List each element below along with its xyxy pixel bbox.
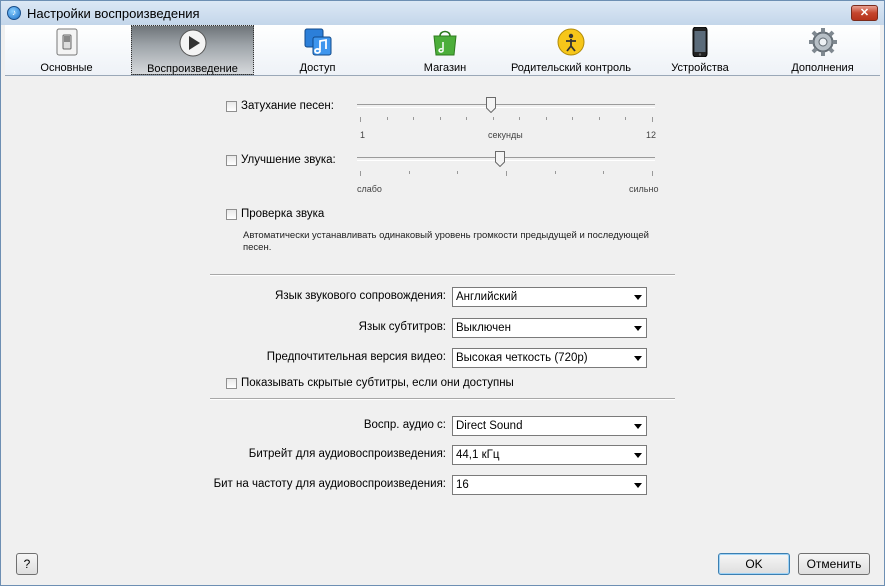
playback-settings: Затухание песен: 1 секунды 12 Улучшение … <box>5 76 880 582</box>
sound-check-checkbox[interactable] <box>226 209 237 220</box>
preferences-window: ♪ Настройки воспроизведения ✕ Основные В… <box>0 0 885 586</box>
crossfade-unit-label: секунды <box>488 130 523 140</box>
itunes-icon: ♪ <box>7 6 21 20</box>
slider-tick <box>519 117 521 120</box>
audio-language-select[interactable]: Английский <box>452 287 647 307</box>
slider-tick <box>492 117 494 120</box>
chevron-down-icon <box>634 295 642 300</box>
audio-language-value: Английский <box>456 291 518 303</box>
tab-store[interactable]: Магазин <box>395 25 495 75</box>
play-audio-using-select[interactable]: Direct Sound <box>452 416 647 436</box>
video-version-value: Высокая четкость (720p) <box>456 352 588 364</box>
chevron-down-icon <box>634 453 642 458</box>
slider-tick <box>652 171 653 176</box>
slider-tick <box>360 117 361 122</box>
cancel-button[interactable]: Отменить <box>798 553 870 575</box>
close-button[interactable]: ✕ <box>851 5 878 21</box>
crossfade-max-label: 12 <box>646 130 657 140</box>
sound-enhancer-label: Улучшение звука: <box>241 154 336 166</box>
chevron-down-icon <box>634 424 642 429</box>
chevron-down-icon <box>634 326 642 331</box>
tab-label: Основные <box>40 62 93 74</box>
slider-tick <box>413 117 415 120</box>
subtitle-language-label: Язык субтитров: <box>358 321 446 333</box>
ok-button[interactable]: OK <box>718 553 790 575</box>
sample-rate-select[interactable]: 44,1 кГц <box>452 445 647 465</box>
video-version-label: Предпочтительная версия видео: <box>266 351 446 363</box>
slider-tick <box>603 171 605 174</box>
audio-language-label: Язык звукового сопровождения: <box>275 290 446 302</box>
slider-tick <box>360 171 361 176</box>
bits-per-sample-value: 16 <box>456 479 469 491</box>
slider-tick <box>386 117 388 120</box>
tab-sharing[interactable]: Доступ <box>265 25 370 75</box>
slider-tick <box>545 117 547 120</box>
sound-check-label: Проверка звука <box>241 208 325 220</box>
sound-check-description: Автоматически устанавливать одинаковый у… <box>243 230 649 253</box>
tab-advanced[interactable]: Дополнения <box>775 25 870 75</box>
parental-control-icon <box>557 28 585 56</box>
sound-enhancer-checkbox[interactable] <box>226 155 237 166</box>
sound-enhancer-min-label: слабо <box>357 184 382 194</box>
separator <box>210 398 675 400</box>
window-title: Настройки воспроизведения <box>27 6 200 21</box>
tab-label: Родительский контроль <box>510 62 632 74</box>
sample-rate-label: Битрейт для аудиовоспроизведения: <box>248 448 446 460</box>
tab-label: Доступ <box>299 62 336 74</box>
tab-devices[interactable]: Устройства <box>650 25 750 75</box>
crossfade-slider[interactable] <box>486 97 497 114</box>
bits-per-sample-select[interactable]: 16 <box>452 475 647 495</box>
slider-tick <box>439 117 441 120</box>
tab-general[interactable]: Основные <box>9 25 124 75</box>
phone-icon <box>692 27 708 57</box>
chevron-down-icon <box>634 483 642 488</box>
crossfade-track <box>357 104 655 108</box>
slider-tick <box>625 117 627 120</box>
shopping-bag-icon <box>433 30 457 56</box>
preferences-toolbar: Основные Воспроизведение Доступ Магазин … <box>5 25 880 76</box>
sound-enhancer-slider[interactable] <box>495 151 506 168</box>
chevron-down-icon <box>634 356 642 361</box>
slider-tick <box>408 171 410 174</box>
separator <box>210 274 675 276</box>
tab-label: Дополнения <box>791 62 854 74</box>
play-audio-using-value: Direct Sound <box>456 420 523 432</box>
sound-enhancer-track <box>357 157 655 161</box>
crossfade-label: Затухание песен: <box>241 100 334 112</box>
sound-enhancer-max-label: сильно <box>629 184 659 194</box>
tab-parental[interactable]: Родительский контроль <box>505 25 637 75</box>
tab-label: Устройства <box>671 62 729 74</box>
play-audio-using-label: Воспр. аудио с: <box>363 419 446 431</box>
play-icon <box>179 29 206 57</box>
closed-captions-label: Показывать скрытые субтитры, если они до… <box>241 377 514 389</box>
help-button[interactable]: ? <box>16 553 38 575</box>
bits-per-sample-label: Бит на частоту для аудиовоспроизведения: <box>213 478 446 490</box>
subtitle-language-select[interactable]: Выключен <box>452 318 647 338</box>
subtitle-language-value: Выключен <box>456 322 511 334</box>
music-notes-icon <box>304 28 331 56</box>
gear-icon <box>808 28 837 56</box>
slider-tick <box>554 171 556 174</box>
tab-label: Воспроизведение <box>147 63 238 75</box>
tab-label: Магазин <box>423 62 467 74</box>
slider-tick <box>506 171 507 176</box>
slider-tick <box>457 171 459 174</box>
slider-tick <box>572 117 574 120</box>
video-version-select[interactable]: Высокая четкость (720p) <box>452 348 647 368</box>
closed-captions-checkbox[interactable] <box>226 378 237 389</box>
slider-tick <box>598 117 600 120</box>
slider-tick <box>466 117 468 120</box>
sample-rate-value: 44,1 кГц <box>456 449 500 461</box>
title-bar: ♪ Настройки воспроизведения ✕ <box>1 1 884 25</box>
tab-playback[interactable]: Воспроизведение <box>131 25 254 75</box>
slider-tick <box>652 117 653 122</box>
switch-icon <box>56 28 77 56</box>
crossfade-min-label: 1 <box>360 130 366 140</box>
crossfade-checkbox[interactable] <box>226 101 237 112</box>
